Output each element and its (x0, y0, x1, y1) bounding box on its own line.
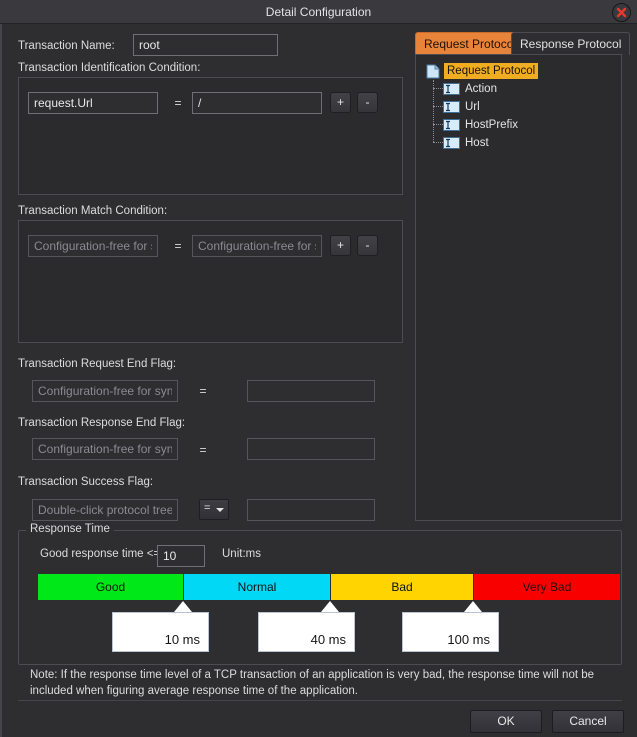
textfield-icon (443, 137, 460, 154)
textfield-icon (443, 119, 460, 136)
response-time-note: Note: If the response time level of a TC… (30, 669, 595, 697)
tree-item-hostprefix-label: HostPrefix (465, 119, 519, 131)
close-icon[interactable] (612, 3, 631, 22)
tree-item-hostprefix[interactable]: HostPrefix (443, 117, 518, 133)
match-add-button[interactable]: + (330, 235, 351, 256)
identification-condition-label: Transaction Identification Condition: (18, 62, 201, 74)
tree-item-request-protocol[interactable]: Request Protocol (426, 63, 539, 79)
tree-item-host-label: Host (465, 137, 489, 149)
match-operator: = (174, 239, 182, 253)
request-end-flag-operator: = (199, 384, 207, 398)
response-end-flag-value-input[interactable] (247, 438, 375, 460)
identification-remove-button[interactable]: - (357, 92, 378, 113)
tree-connector-4 (433, 142, 443, 143)
success-flag-label: Transaction Success Flag: (18, 476, 154, 488)
page-title: Detail Configuration (265, 5, 372, 19)
match-remove-button[interactable]: - (357, 235, 378, 256)
success-flag-value-input[interactable] (247, 499, 375, 521)
threshold-callout-2: 40 ms (258, 612, 355, 652)
chevron-down-icon (216, 508, 224, 512)
match-condition-panel: = + - (18, 220, 403, 343)
callout-pointer-3 (464, 601, 482, 612)
threshold-callout-1: 10 ms (112, 612, 209, 652)
transaction-name-label: Transaction Name: (18, 40, 115, 52)
level-bar-good: Good (38, 574, 183, 600)
success-flag-key-input[interactable] (32, 499, 178, 521)
tab-response-protocol[interactable]: Response Protocol (511, 32, 631, 55)
textfield-icon (443, 101, 460, 118)
tree-item-host[interactable]: Host (443, 135, 489, 151)
threshold-callout-3-value: 100 ms (447, 632, 490, 647)
tree-item-request-protocol-label: Request Protocol (444, 63, 539, 79)
ok-button[interactable]: OK (470, 710, 542, 733)
request-end-flag-value-input[interactable] (247, 380, 375, 402)
response-time-group-label: Response Time (26, 523, 114, 535)
identification-condition-panel: = + - (18, 77, 403, 195)
tree-item-action[interactable]: Action (443, 81, 497, 97)
match-condition-label: Transaction Match Condition: (18, 205, 168, 217)
success-flag-operator-select[interactable]: = (199, 499, 229, 520)
level-bar-normal: Normal (184, 574, 330, 600)
protocol-tree[interactable]: Request Protocol Action Url HostPrefix H… (415, 54, 622, 521)
success-flag-operator-value: = (204, 502, 211, 514)
identification-value-input[interactable] (192, 92, 322, 114)
response-end-flag-key-input[interactable] (32, 438, 178, 460)
good-response-time-label: Good response time <= (40, 548, 161, 560)
title-bar: Detail Configuration (0, 0, 637, 24)
level-bar-very-bad: Very Bad (474, 574, 620, 600)
match-value-input[interactable] (192, 235, 322, 257)
level-bar-bad: Bad (331, 574, 473, 600)
tree-item-action-label: Action (465, 83, 497, 95)
match-key-input[interactable] (28, 235, 158, 257)
unit-label: Unit:ms (222, 548, 261, 560)
level-bar-good-label: Good (95, 580, 126, 594)
good-response-time-input[interactable] (157, 545, 205, 567)
tree-connector-3 (433, 124, 443, 125)
tree-connector-1 (433, 88, 443, 89)
request-end-flag-label: Transaction Request End Flag: (18, 358, 177, 370)
identification-operator: = (174, 96, 182, 110)
response-end-flag-label: Transaction Response End Flag: (18, 417, 186, 429)
callout-pointer-1 (174, 601, 192, 612)
tree-connector-trunk (433, 80, 434, 142)
callout-pointer-2 (321, 601, 339, 612)
identification-key-input[interactable] (28, 92, 158, 114)
threshold-callout-2-value: 40 ms (310, 632, 346, 647)
detail-configuration-dialog: Detail Configuration Transaction Name: T… (0, 0, 637, 737)
level-bar-bad-label: Bad (391, 580, 413, 594)
cancel-button[interactable]: Cancel (552, 710, 624, 733)
transaction-name-input[interactable] (133, 34, 278, 56)
textfield-icon (443, 83, 460, 100)
tree-item-url-label: Url (465, 101, 480, 113)
tab-request-protocol[interactable]: Request Protocol (415, 32, 526, 55)
tree-connector-2 (433, 106, 443, 107)
threshold-callout-1-value: 10 ms (164, 632, 200, 647)
response-end-flag-operator: = (199, 443, 207, 457)
identification-add-button[interactable]: + (330, 92, 351, 113)
level-bar-normal-label: Normal (237, 580, 277, 594)
threshold-callout-3: 100 ms (402, 612, 499, 652)
footer-divider (18, 700, 622, 701)
tree-item-url[interactable]: Url (443, 99, 480, 115)
request-end-flag-key-input[interactable] (32, 380, 178, 402)
level-bar-very-bad-label: Very Bad (522, 580, 572, 594)
